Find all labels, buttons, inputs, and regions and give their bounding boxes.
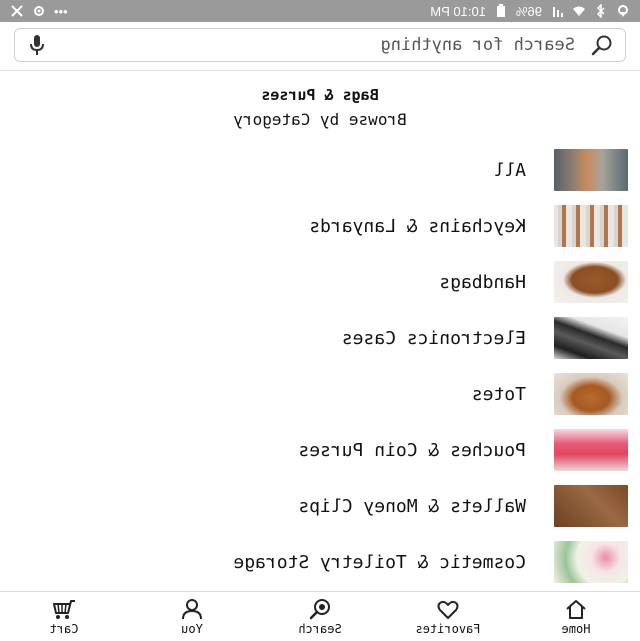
location-icon [618, 5, 628, 17]
nav-you-label: You [181, 621, 203, 636]
category-thumbnail [554, 261, 628, 303]
bluetooth-icon [596, 4, 605, 18]
category-item-totes[interactable]: Totes [0, 366, 640, 422]
wifi-icon [573, 6, 585, 16]
category-thumbnail [554, 149, 628, 191]
category-thumbnail [554, 317, 628, 359]
home-icon [566, 599, 586, 619]
category-item-all[interactable]: All [0, 142, 640, 198]
category-list: All Keychains & Lanyards Handbags Electr… [0, 142, 640, 590]
person-icon [182, 598, 202, 619]
category-label: All [493, 159, 526, 181]
status-bar: 96% 10:10 PM ••• [0, 0, 640, 22]
category-item-electronics-cases[interactable]: Electronics Cases [0, 310, 640, 366]
nav-cart[interactable]: Cart [9, 598, 119, 636]
category-thumbnail [554, 205, 628, 247]
search-input[interactable] [47, 34, 577, 56]
category-label: Keychains & Lanyards [309, 215, 526, 237]
category-label: Electronics Cases [341, 327, 526, 349]
nav-search-label: Search [298, 621, 342, 636]
settings-icon [34, 6, 44, 16]
page-title: Bags & Purses [261, 86, 379, 104]
category-thumbnail [554, 373, 628, 415]
nav-you[interactable]: You [137, 598, 247, 636]
microphone-icon[interactable] [27, 34, 47, 56]
search-area [0, 22, 640, 71]
cart-icon [53, 599, 75, 619]
category-thumbnail [554, 541, 628, 583]
nav-search[interactable]: Search [265, 598, 375, 636]
category-thumbnail [554, 429, 628, 471]
page-header: Bags & Purses Browse by Category [0, 86, 640, 129]
nav-cart-label: Cart [49, 621, 79, 636]
category-item-cosmetic-toiletry-storage[interactable]: Cosmetic & Toiletry Storage [0, 534, 640, 590]
page-subtitle: Browse by Category [233, 110, 407, 129]
search-bar[interactable] [14, 28, 626, 62]
search-icon[interactable] [591, 34, 613, 56]
nav-favorites-label: Favorites [415, 621, 481, 636]
category-label: Wallets & Money Clips [298, 495, 526, 517]
search-icon [309, 598, 330, 619]
category-item-handbags[interactable]: Handbags [0, 254, 640, 310]
category-label: Cosmetic & Toiletry Storage [233, 551, 526, 573]
bottom-nav: Home Favorites Search You Cart [0, 591, 640, 641]
battery-icon [496, 4, 505, 17]
category-item-pouches-coin-purses[interactable]: Pouches & Coin Purses [0, 422, 640, 478]
category-thumbnail [554, 485, 628, 527]
category-label: Pouches & Coin Purses [298, 439, 526, 461]
nav-home-label: Home [561, 621, 591, 636]
nav-home[interactable]: Home [521, 598, 631, 636]
more-icon: ••• [54, 3, 68, 19]
battery-text: 96% [515, 3, 542, 19]
category-label: Totes [471, 383, 526, 405]
fan-icon [11, 5, 23, 17]
category-label: Handbags [439, 271, 526, 293]
status-time: 10:10 PM [430, 3, 486, 19]
nav-favorites[interactable]: Favorites [393, 598, 503, 636]
signal-icon [553, 7, 563, 17]
category-item-keychains-lanyards[interactable]: Keychains & Lanyards [0, 198, 640, 254]
category-item-wallets-money-clips[interactable]: Wallets & Money Clips [0, 478, 640, 534]
heart-icon [437, 600, 459, 619]
